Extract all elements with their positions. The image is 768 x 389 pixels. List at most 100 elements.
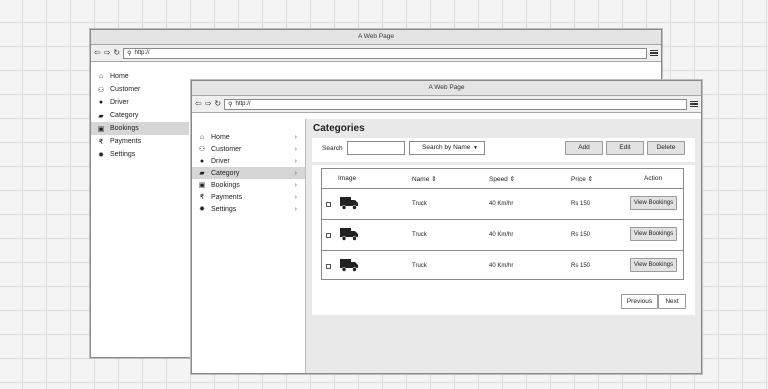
search-icon: ⚲ xyxy=(228,101,233,108)
front-url-bar[interactable]: ⚲ http:// xyxy=(224,98,687,110)
back-arrow-icon[interactable]: ⇦ xyxy=(94,48,101,58)
back-sidebar-item-settings[interactable]: ✹ Settings xyxy=(91,148,189,161)
main-content: Categories Search Search by Name ▼ Add E… xyxy=(306,119,701,373)
sidebar-item-driver[interactable]: ● Driver › xyxy=(192,155,305,167)
sidebar-label: Customer xyxy=(211,145,242,153)
search-by-value: Search by Name xyxy=(422,144,471,151)
category-icon: ▰ xyxy=(98,112,104,120)
row-speed: 40 Km/hr xyxy=(489,263,514,269)
row-price: Rs 150 xyxy=(571,232,591,238)
sidebar-item-customer[interactable]: ⚇ Customer › xyxy=(192,143,305,155)
truck-icon xyxy=(340,228,358,241)
front-nav-bar: ⇦ ⇨ ↻ ⚲ http:// xyxy=(192,96,701,113)
home-icon: ⌂ xyxy=(199,133,205,141)
row-checkbox[interactable] xyxy=(326,264,331,269)
home-icon: ⌂ xyxy=(98,73,104,80)
edit-button[interactable]: Edit xyxy=(606,141,644,155)
row-price: Rs 150 xyxy=(571,201,591,207)
front-sidebar: ⌂ Home › ⚇ Customer › ● Driver › ▰ Category › ▣ B… xyxy=(192,119,306,373)
table-row: Truck 40 Km/hr Rs 150 View Bookings xyxy=(322,219,683,250)
header-speed[interactable]: Speed ⇕ xyxy=(489,175,515,183)
previous-button[interactable]: Previous xyxy=(621,294,658,309)
header-price[interactable]: Price ⇕ xyxy=(571,175,593,183)
row-price: Rs 150 xyxy=(571,263,591,269)
gear-icon: ✹ xyxy=(98,151,104,159)
header-name[interactable]: Name ⇕ xyxy=(412,175,437,183)
forward-arrow-icon[interactable]: ⇨ xyxy=(104,48,111,58)
row-name: Truck xyxy=(412,201,427,207)
front-window-title: A Web Page xyxy=(192,81,701,96)
table-row: Truck 40 Km/hr Rs 150 View Bookings xyxy=(322,188,683,219)
users-icon: ⚇ xyxy=(198,146,206,153)
table-panel: Image Name ⇕ Speed ⇕ Price ⇕ Action Truc… xyxy=(312,165,695,315)
back-url-bar[interactable]: ⚲ http:// xyxy=(123,47,647,59)
back-sidebar-item-bookings[interactable]: ▣ Bookings xyxy=(91,122,189,135)
sidebar-label: Settings xyxy=(211,205,237,213)
view-bookings-button[interactable]: View Bookings xyxy=(630,227,677,241)
users-icon: ⚇ xyxy=(97,86,105,94)
search-by-select[interactable]: Search by Name ▼ xyxy=(409,141,485,155)
menu-icon[interactable] xyxy=(650,49,658,57)
bookings-icon: ▣ xyxy=(97,125,105,133)
sidebar-label: Driver xyxy=(110,99,129,106)
sidebar-label: Payments xyxy=(110,138,142,145)
truck-icon xyxy=(340,197,358,210)
sidebar-label: Customer xyxy=(110,86,141,93)
sidebar-label: Bookings xyxy=(110,125,139,132)
chevron-right-icon: › xyxy=(294,145,297,153)
sidebar-label: Home xyxy=(110,73,129,80)
chevron-right-icon: › xyxy=(294,181,297,189)
back-sidebar-item-driver[interactable]: ● Driver xyxy=(91,96,189,109)
back-window-title: A Web Page xyxy=(91,30,661,45)
view-bookings-button[interactable]: View Bookings xyxy=(630,258,677,272)
user-icon: ● xyxy=(98,99,104,106)
chevron-right-icon: › xyxy=(294,205,297,213)
table-row: Truck 40 Km/hr Rs 150 View Bookings xyxy=(322,250,683,281)
sidebar-item-bookings[interactable]: ▣ Bookings › xyxy=(192,179,305,191)
header-action: Action xyxy=(644,175,663,182)
truck-icon xyxy=(340,259,358,272)
sidebar-item-payments[interactable]: ₹ Payments › xyxy=(192,191,305,203)
sidebar-item-category[interactable]: ▰ Category › xyxy=(192,167,305,179)
forward-arrow-icon[interactable]: ⇨ xyxy=(205,99,212,109)
chevron-right-icon: › xyxy=(294,157,297,165)
back-url-text: http:// xyxy=(134,50,150,56)
chevron-right-icon: › xyxy=(294,133,297,141)
row-name: Truck xyxy=(412,263,427,269)
dropdown-caret-icon: ▼ xyxy=(473,145,478,151)
reload-icon[interactable]: ↻ xyxy=(113,48,120,58)
back-sidebar-item-category[interactable]: ▰ Category xyxy=(91,109,189,122)
delete-button[interactable]: Delete xyxy=(647,141,685,155)
front-url-text: http:// xyxy=(235,101,251,107)
row-speed: 40 Km/hr xyxy=(489,201,514,207)
reload-icon[interactable]: ↻ xyxy=(214,99,221,109)
rupee-icon: ₹ xyxy=(98,138,104,146)
front-browser-window: A Web Page ⇦ ⇨ ↻ ⚲ http:// ⌂ Home › ⚇ Custo… xyxy=(191,80,702,374)
back-arrow-icon[interactable]: ⇦ xyxy=(195,99,202,109)
back-sidebar: ⌂ Home ⚇ Customer ● Driver ▰ Category ▣ Booki… xyxy=(91,70,189,161)
view-bookings-button[interactable]: View Bookings xyxy=(630,196,677,210)
sidebar-label: Bookings xyxy=(211,181,240,189)
add-button[interactable]: Add xyxy=(565,141,603,155)
rupee-icon: ₹ xyxy=(199,194,205,201)
header-image: Image xyxy=(338,175,357,182)
sidebar-item-settings[interactable]: ✹ Settings › xyxy=(192,203,305,215)
sidebar-label: Category xyxy=(110,112,139,119)
bookings-icon: ▣ xyxy=(198,182,206,189)
sidebar-label: Home xyxy=(211,133,230,141)
back-sidebar-item-customer[interactable]: ⚇ Customer xyxy=(91,83,189,96)
categories-table: Image Name ⇕ Speed ⇕ Price ⇕ Action Truc… xyxy=(321,168,684,280)
next-button[interactable]: Next xyxy=(658,294,686,309)
row-name: Truck xyxy=(412,232,427,238)
search-input[interactable] xyxy=(347,141,405,155)
menu-icon[interactable] xyxy=(690,100,698,108)
row-checkbox[interactable] xyxy=(326,202,331,207)
chevron-right-icon: › xyxy=(294,169,297,177)
search-label: Search xyxy=(322,145,343,152)
sidebar-item-home[interactable]: ⌂ Home › xyxy=(192,131,305,143)
gear-icon: ✹ xyxy=(199,206,205,213)
row-checkbox[interactable] xyxy=(326,233,331,238)
back-sidebar-item-home[interactable]: ⌂ Home xyxy=(91,70,189,83)
sidebar-label: Payments xyxy=(211,193,243,201)
back-sidebar-item-payments[interactable]: ₹ Payments xyxy=(91,135,189,148)
